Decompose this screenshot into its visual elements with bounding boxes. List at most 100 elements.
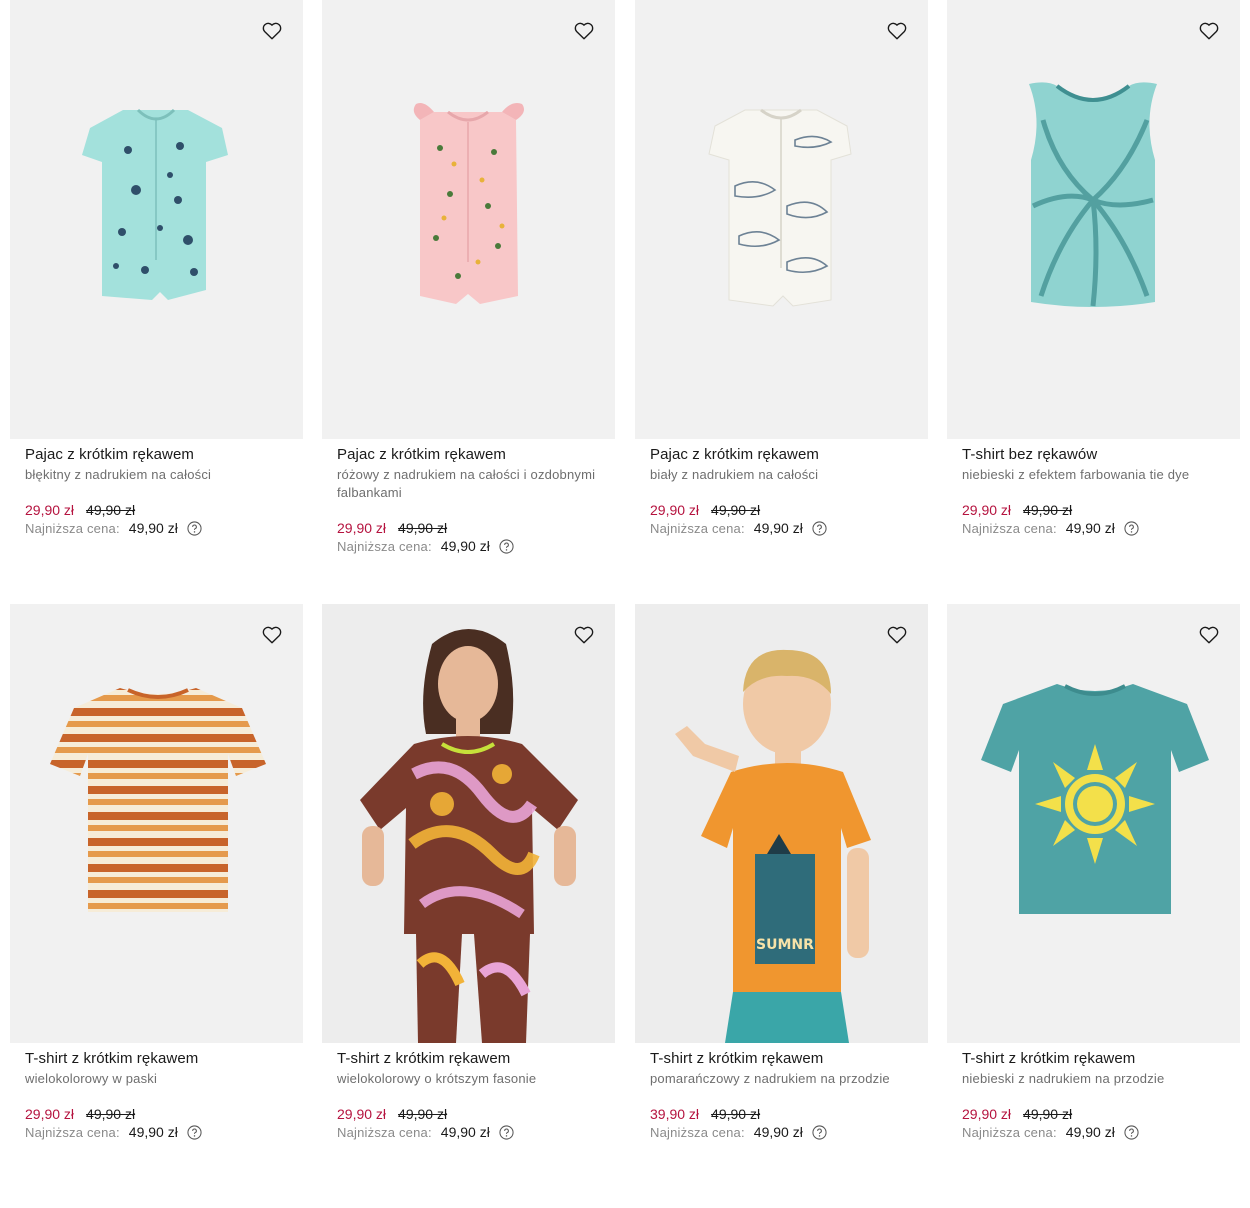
favorite-heart-icon[interactable] <box>573 624 595 646</box>
price-row: 29,90 zł 49,90 zł <box>337 1106 600 1123</box>
lowest-price-row: Najniższa cena: 49,90 zł <box>337 1124 600 1141</box>
sale-price: 29,90 zł <box>25 1106 75 1122</box>
lowest-price-label: Najniższa cena: <box>650 1125 745 1140</box>
lowest-price-row: Najniższa cena: 49,90 zł <box>962 520 1225 537</box>
lowest-price-value: 49,90 zł <box>440 1124 490 1140</box>
sale-price: 29,90 zł <box>962 1106 1012 1122</box>
lowest-price-label: Najniższa cena: <box>650 521 745 536</box>
question-circle-icon[interactable] <box>812 1125 827 1140</box>
old-price: 49,90 zł <box>86 1106 136 1122</box>
favorite-heart-icon[interactable] <box>886 624 908 646</box>
question-circle-icon[interactable] <box>1124 1125 1139 1140</box>
lowest-price-row: Najniższa cena: 49,90 zł <box>650 1124 913 1141</box>
product-image[interactable]: SUMNR <box>635 604 928 1043</box>
romper-illustration <box>708 108 852 307</box>
lowest-price-row: Najniższa cena: 49,90 zł <box>962 1124 1225 1141</box>
product-subtitle: różowy z nadrukiem na całości i ozdobnym… <box>337 467 596 500</box>
product-subtitle: wielokolorowy o krótszym fasonie <box>337 1071 537 1086</box>
product-card[interactable]: Pajac z krótkim rękawem błękitny z nadru… <box>10 0 303 537</box>
product-title[interactable]: T-shirt bez rękawów <box>962 446 1225 464</box>
question-circle-icon[interactable] <box>187 521 202 536</box>
lowest-price-row: Najniższa cena: 49,90 zł <box>337 538 600 555</box>
sun-print-tshirt-illustration <box>981 684 1209 914</box>
product-subtitle: błękitny z nadrukiem na całości <box>25 467 212 482</box>
product-subtitle: niebieski z efektem farbowania tie dye <box>962 467 1190 482</box>
lowest-price-row: Najniższa cena: 49,90 zł <box>650 520 913 537</box>
favorite-heart-icon[interactable] <box>1198 624 1220 646</box>
product-card[interactable]: Pajac z krótkim rękawem biały z nadrukie… <box>635 0 928 537</box>
old-price: 49,90 zł <box>1023 1106 1073 1122</box>
price-row: 29,90 zł 49,90 zł <box>25 1106 288 1123</box>
old-price: 49,90 zł <box>398 520 448 536</box>
lowest-price-row: Najniższa cena: 49,90 zł <box>25 1124 288 1141</box>
lowest-price-label: Najniższa cena: <box>25 521 120 536</box>
sale-price: 29,90 zł <box>25 502 75 518</box>
price-row: 39,90 zł 49,90 zł <box>650 1106 913 1123</box>
question-circle-icon[interactable] <box>187 1125 202 1140</box>
lowest-price-label: Najniższa cena: <box>962 1125 1057 1140</box>
product-card[interactable]: SUMNR T-shirt z krótkim rękawem pomarańc… <box>635 604 928 1141</box>
sale-price: 29,90 zł <box>337 520 387 536</box>
lowest-price-label: Najniższa cena: <box>337 1125 432 1140</box>
favorite-heart-icon[interactable] <box>1198 20 1220 42</box>
lowest-price-value: 49,90 zł <box>753 520 803 536</box>
product-card[interactable]: T-shirt z krótkim rękawem niebieski z na… <box>947 604 1240 1141</box>
svg-text:SUMNR: SUMNR <box>756 937 814 953</box>
price-row: 29,90 zł 49,90 zł <box>962 502 1225 519</box>
old-price: 49,90 zł <box>398 1106 448 1122</box>
old-price: 49,90 zł <box>1023 502 1073 518</box>
product-card[interactable]: T-shirt z krótkim rękawem wielokolorowy … <box>322 604 615 1141</box>
question-circle-icon[interactable] <box>499 539 514 554</box>
price-row: 29,90 zł 49,90 zł <box>337 520 600 537</box>
product-image[interactable] <box>322 604 615 1043</box>
product-title[interactable]: T-shirt z krótkim rękawem <box>962 1050 1225 1068</box>
sale-price: 29,90 zł <box>962 502 1012 518</box>
product-image[interactable] <box>322 0 615 439</box>
favorite-heart-icon[interactable] <box>261 20 283 42</box>
lowest-price-value: 49,90 zł <box>1065 520 1115 536</box>
product-title[interactable]: T-shirt z krótkim rękawem <box>650 1050 913 1068</box>
product-image[interactable] <box>947 604 1240 1043</box>
product-image[interactable] <box>10 0 303 439</box>
lowest-price-value: 49,90 zł <box>128 520 178 536</box>
striped-tshirt-illustration <box>50 688 266 912</box>
lowest-price-value: 49,90 zł <box>753 1124 803 1140</box>
favorite-heart-icon[interactable] <box>886 20 908 42</box>
product-image[interactable] <box>947 0 1240 439</box>
lowest-price-value: 49,90 zł <box>1065 1124 1115 1140</box>
tank-top-illustration <box>1029 82 1157 308</box>
favorite-heart-icon[interactable] <box>573 20 595 42</box>
old-price: 49,90 zł <box>711 502 761 518</box>
product-subtitle: biały z nadrukiem na całości <box>650 467 819 482</box>
product-card[interactable]: T-shirt z krótkim rękawem wielokolorowy … <box>10 604 303 1141</box>
sale-price: 39,90 zł <box>650 1106 700 1122</box>
lowest-price-label: Najniższa cena: <box>337 539 432 554</box>
lowest-price-value: 49,90 zł <box>128 1124 178 1140</box>
lowest-price-label: Najniższa cena: <box>25 1125 120 1140</box>
product-title[interactable]: T-shirt z krótkim rękawem <box>25 1050 288 1068</box>
product-title[interactable]: Pajac z krótkim rękawem <box>337 446 600 464</box>
price-row: 29,90 zł 49,90 zł <box>25 502 288 519</box>
old-price: 49,90 zł <box>711 1106 761 1122</box>
question-circle-icon[interactable] <box>1124 521 1139 536</box>
product-subtitle: niebieski z nadrukiem na przodzie <box>962 1071 1165 1086</box>
product-image[interactable] <box>635 0 928 439</box>
lowest-price-label: Najniższa cena: <box>962 521 1057 536</box>
product-image[interactable] <box>10 604 303 1043</box>
price-row: 29,90 zł 49,90 zł <box>650 502 913 519</box>
product-title[interactable]: Pajac z krótkim rękawem <box>650 446 913 464</box>
model-boy-photo: SUMNR <box>635 604 928 1043</box>
question-circle-icon[interactable] <box>812 521 827 536</box>
product-card[interactable]: Pajac z krótkim rękawem różowy z nadruki… <box>322 0 615 555</box>
lowest-price-row: Najniższa cena: 49,90 zł <box>25 520 288 537</box>
product-card[interactable]: T-shirt bez rękawów niebieski z efektem … <box>947 0 1240 537</box>
price-row: 29,90 zł 49,90 zł <box>962 1106 1225 1123</box>
product-subtitle: wielokolorowy w paski <box>25 1071 158 1086</box>
favorite-heart-icon[interactable] <box>261 624 283 646</box>
model-girl-photo <box>322 604 615 1043</box>
product-title[interactable]: T-shirt z krótkim rękawem <box>337 1050 600 1068</box>
sale-price: 29,90 zł <box>650 502 700 518</box>
question-circle-icon[interactable] <box>499 1125 514 1140</box>
product-title[interactable]: Pajac z krótkim rękawem <box>25 446 288 464</box>
old-price: 49,90 zł <box>86 502 136 518</box>
